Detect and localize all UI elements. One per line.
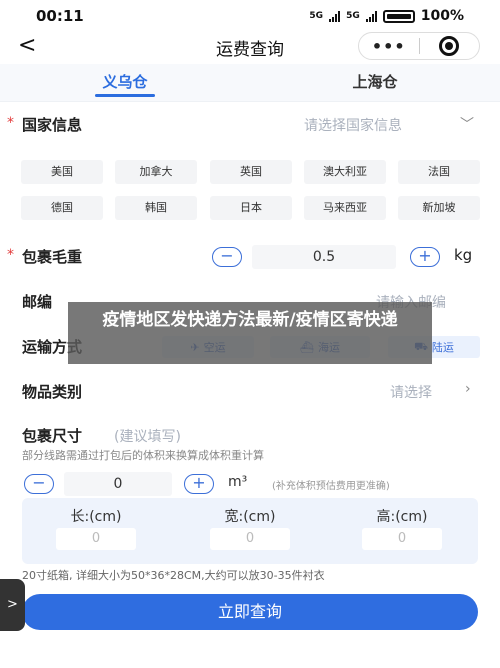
more-menu-icon[interactable]: ••• [359, 37, 419, 56]
status-icons: 5G 5G 100% [309, 8, 464, 24]
back-icon[interactable]: < [18, 32, 36, 60]
side-expand-button[interactable]: > [0, 579, 25, 631]
width-input[interactable]: 0 [210, 528, 290, 550]
category-row[interactable]: 物品类别 请选择 › [0, 380, 500, 406]
width-label: 宽:(cm) [224, 509, 276, 525]
signal-5g-label: 5G [309, 11, 324, 21]
signal-icon [329, 10, 341, 22]
volume-unit: m³ [228, 474, 248, 490]
warehouse-tabs: 义乌仓 上海仓 [0, 64, 500, 102]
size-note-row: 部分线路需通过打包后的体积来换算成体积重计算 [0, 447, 500, 465]
volume-input[interactable]: 0 [64, 472, 172, 496]
country-select[interactable]: 请选择国家信息 [304, 115, 402, 135]
tab-yiwu-warehouse[interactable]: 义乌仓 [0, 64, 250, 101]
postal-label: 邮编 [22, 293, 53, 311]
chevron-down-icon: ﹀ [460, 117, 474, 133]
country-chip[interactable]: 韩国 [115, 196, 197, 220]
mini-program-capsule: ••• [358, 32, 480, 60]
category-select[interactable]: 请选择 [390, 382, 432, 402]
required-mark: * [7, 247, 14, 263]
weight-label: 包裹毛重 [22, 248, 83, 266]
country-chip[interactable]: 美国 [21, 160, 103, 184]
status-bar: 00:11 5G 5G 100% [0, 0, 500, 32]
height-input[interactable]: 0 [362, 528, 442, 550]
target-icon [439, 36, 460, 56]
size-hint: (建议填写) [114, 429, 181, 445]
close-mini-program-button[interactable] [420, 36, 480, 56]
volume-row: − 0 + m³ (补充体积预估费用更准确) [0, 472, 500, 496]
country-label: 国家信息 [22, 116, 83, 134]
weight-decrease-button[interactable]: − [212, 247, 242, 267]
country-chip[interactable]: 澳大利亚 [304, 160, 386, 184]
weight-row: * 包裹毛重 − 0.5 + kg [0, 245, 500, 271]
signal-5g-label-2: 5G [346, 11, 360, 21]
status-time: 00:11 [36, 7, 84, 25]
weight-unit: kg [454, 246, 473, 264]
size-label: 包裹尺寸 [22, 427, 83, 445]
country-chip[interactable]: 法国 [398, 160, 480, 184]
navigation-bar: < 运费查询 ••• [0, 32, 500, 62]
chevron-right-icon: › [465, 381, 471, 397]
country-chip[interactable]: 英国 [210, 160, 292, 184]
overlay-banner: 疫情地区发快递方法最新/疫情区寄快递 [68, 302, 432, 364]
volume-decrease-button[interactable]: − [24, 474, 54, 494]
volume-hint: (补充体积预估费用更准确) [272, 481, 390, 492]
required-mark: * [7, 115, 14, 131]
tab-shanghai-warehouse[interactable]: 上海仓 [250, 64, 500, 101]
country-row[interactable]: * 国家信息 请选择国家信息 ﹀ [0, 112, 500, 142]
dimensions-panel: 长:(cm) 宽:(cm) 高:(cm) 0 0 0 [22, 498, 478, 564]
weight-input[interactable]: 0.5 [252, 245, 396, 269]
country-chip[interactable]: 德国 [21, 196, 103, 220]
battery-icon [382, 9, 415, 23]
category-label: 物品类别 [22, 383, 83, 401]
carton-note-row: 20寸纸箱, 详细大小为50*36*28CM,大约可以放30-35件衬衣 [0, 567, 500, 583]
length-input[interactable]: 0 [56, 528, 136, 550]
size-note: 部分线路需通过打包后的体积来换算成体积重计算 [22, 449, 264, 462]
country-chip[interactable]: 日本 [210, 196, 292, 220]
shipping-option-label: 陆运 [431, 341, 454, 354]
country-chip[interactable]: 加拿大 [115, 160, 197, 184]
height-label: 高:(cm) [376, 509, 428, 525]
length-label: 长:(cm) [70, 509, 122, 525]
country-chip[interactable]: 新加坡 [398, 196, 480, 220]
query-button[interactable]: 立即查询 [22, 594, 478, 630]
signal-icon-2 [365, 10, 377, 22]
weight-increase-button[interactable]: + [410, 247, 440, 267]
country-chip[interactable]: 马来西亚 [304, 196, 386, 220]
carton-note: 20寸纸箱, 详细大小为50*36*28CM,大约可以放30-35件衬衣 [22, 569, 325, 582]
battery-percent: 100% [420, 8, 464, 24]
volume-increase-button[interactable]: + [184, 474, 214, 494]
